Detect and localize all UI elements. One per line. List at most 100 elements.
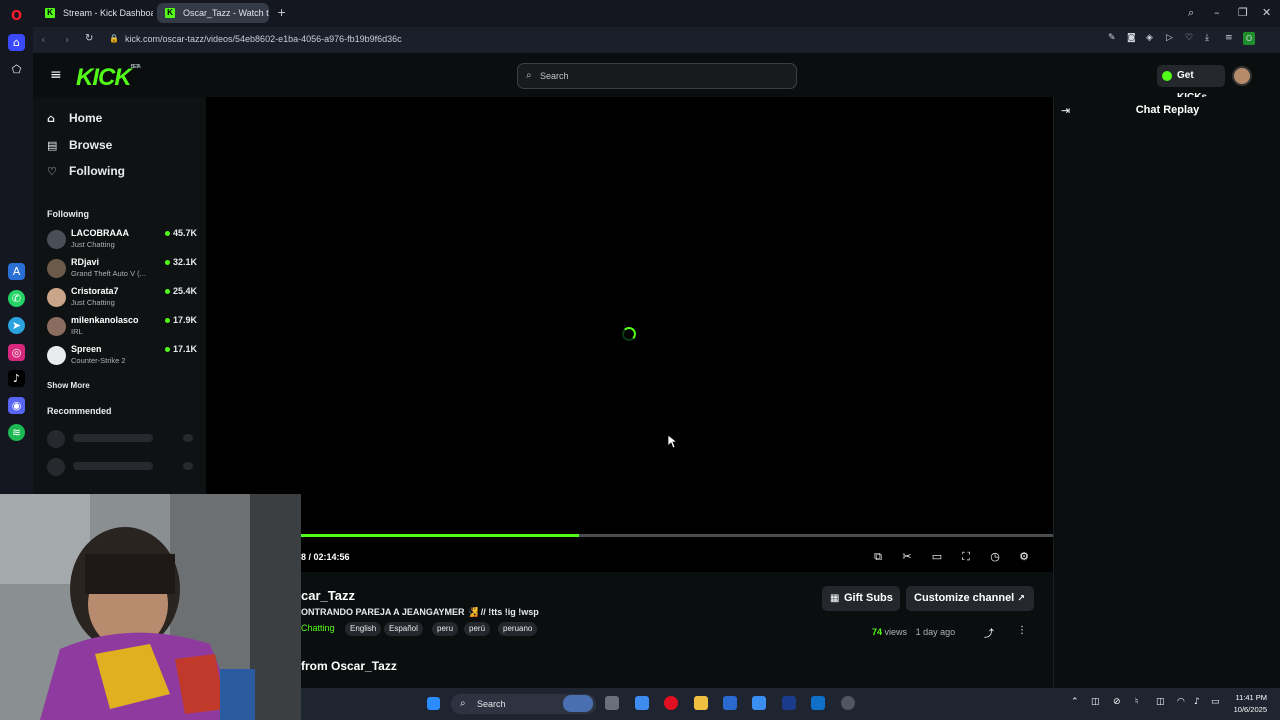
tray-chevron-icon[interactable]: ⌃ [1071,697,1079,707]
vpn-icon[interactable]: ◈ [1146,33,1153,43]
theater-mode-icon[interactable]: ▭ [930,550,944,564]
kick-logo[interactable]: KICKBETA [76,64,141,92]
vscode-icon[interactable] [782,696,796,710]
miniplayer-icon[interactable]: ⧉ [871,550,885,564]
windows-start-icon[interactable] [427,697,440,710]
tag-peru-accent[interactable]: perú [464,622,491,636]
download-icon[interactable]: ⤓ [1205,33,1209,43]
search-input[interactable]: ⌕ Search [517,63,797,89]
progress-bar[interactable] [301,534,1053,537]
views-label: views [884,627,908,637]
category-link[interactable]: Chatting [301,623,335,633]
task-view-icon[interactable] [605,696,619,710]
store-icon[interactable] [723,696,737,710]
viewer-count: 25.4K [165,286,197,296]
microphone-icon[interactable]: ♮ [1135,697,1138,707]
skeleton-avatar [47,430,65,448]
tray-app-icon[interactable]: ◫ [1156,697,1165,707]
heart-icon[interactable]: ♡ [1185,33,1193,43]
file-explorer-icon[interactable] [694,696,708,710]
tiktok-icon[interactable]: ♪ [8,370,25,387]
webcam-overlay [0,494,301,720]
play-icon[interactable]: ▷ [1166,33,1173,43]
copilot-icon[interactable] [635,696,649,710]
opera-taskbar-icon[interactable] [664,696,678,710]
avatar[interactable] [1232,66,1252,86]
camera-icon[interactable]: ◙ [1127,33,1136,43]
tab-oscar-tazz[interactable]: K Oscar_Tazz - Watch the V [157,3,269,23]
site-header: ≡ KICKBETA ⌕ Search Get KICKs [33,53,1280,103]
search-icon: ⌕ [460,698,466,709]
get-kicks-button[interactable]: Get KICKs [1157,65,1225,103]
new-tab-icon[interactable]: + [277,6,286,19]
channel-category: Counter-Strike 2 [71,356,126,365]
obs-icon[interactable] [841,696,855,710]
wifi-icon[interactable]: ◠ [1177,697,1185,707]
following-section-title: Following [47,209,89,219]
nav-label: Home [69,111,103,125]
menu-icon[interactable]: ≡ [1225,33,1233,43]
search-highlight-icon[interactable] [563,695,593,712]
tray-app-icon[interactable]: ◫ [1091,697,1100,707]
telegram-icon[interactable]: ➤ [8,317,25,334]
home-icon[interactable]: ⌂ [8,34,25,51]
gift-subs-button[interactable]: ▦ Gift Subs [822,586,900,611]
sidebar-item-browse[interactable]: ▤ Browse [47,138,112,152]
customize-channel-button[interactable]: Customize channel ↗ [906,586,1034,611]
sidebar-item-home[interactable]: ⌂ Home [47,111,102,125]
kick-favicon-icon: K [165,8,175,18]
external-link-icon: ↗ [1017,594,1025,604]
nav-label: Browse [69,138,113,152]
views-count: 74 [872,627,883,637]
show-more-link[interactable]: Show More [47,381,90,390]
minimize-icon[interactable]: – [1214,6,1220,19]
avatar [47,288,66,307]
forward-icon[interactable]: › [65,33,69,46]
pin-icon[interactable]: ⬠ [8,61,25,78]
fullscreen-icon[interactable]: ⛶ [959,550,973,564]
tab-label: Stream - Kick Dashboard [63,8,153,18]
back-icon[interactable]: ‹ [41,33,45,46]
mouse-cursor-icon [668,435,678,449]
whatsapp-icon[interactable]: ✆ [8,290,25,307]
following-channel-milenkanolasco[interactable]: milenkanolasco IRL 17.9K [47,315,197,343]
search-tabs-icon[interactable]: ⌕ [1188,6,1194,20]
tray-app-icon[interactable]: ⊘ [1113,697,1121,707]
tag-peru[interactable]: peru [432,622,459,636]
profile-badge-icon[interactable]: O [1243,32,1255,45]
tag-espanol[interactable]: Español [384,622,423,636]
url-field[interactable]: kick.com/oscar-tazz/videos/54eb8602-e1ba… [125,34,402,44]
discord-icon[interactable]: ◉ [8,397,25,414]
clock-time: 11:41 PM [1235,693,1267,702]
reload-icon[interactable]: ↻ [85,33,93,44]
more-options-icon[interactable]: ⋮ [1017,625,1027,636]
following-channel-rdjavi[interactable]: RDjavi Grand Theft Auto V (... 32.1K [47,257,197,285]
battery-icon[interactable]: ▭ [1211,697,1220,707]
spotify-icon[interactable]: ≋ [8,424,25,441]
following-channel-cristorata7[interactable]: Cristorata7 Just Chatting 25.4K [47,286,197,314]
instagram-icon[interactable]: ◎ [8,344,25,361]
volume-icon[interactable]: ♪ [1194,697,1200,707]
system-clock[interactable]: 11:41 PM 10/6/2025 [1234,692,1267,716]
aria-icon[interactable]: A [8,263,25,280]
following-channel-lacobraaa[interactable]: LACOBRAAA Just Chatting 45.7K [47,228,197,256]
outlook-icon[interactable] [811,696,825,710]
clip-icon[interactable]: ✂ [900,550,914,564]
maximize-icon[interactable]: ❐ [1238,6,1248,19]
share-icon[interactable]: ⤴ [984,625,994,640]
tab-kick-dashboard[interactable]: K Stream - Kick Dashboard [37,3,153,23]
settings-icon[interactable]: ⚙ [1017,550,1031,564]
speed-icon[interactable]: ◷ [988,550,1002,564]
hamburger-menu-icon[interactable]: ≡ [50,67,62,83]
sidebar-item-following[interactable]: ♡ Following [47,164,125,178]
opera-logo-icon[interactable]: O [8,8,25,25]
dropbox-icon[interactable] [752,696,766,710]
tag-english[interactable]: English [345,622,382,636]
close-icon[interactable]: ✕ [1262,6,1271,19]
video-player[interactable]: 8 / 02:14:56 ⧉ ✂ ▭ ⛶ ◷ ⚙ [206,97,1053,572]
channel-name[interactable]: car_Tazz [301,588,355,603]
tag-peruano[interactable]: peruano [498,622,538,636]
following-channel-spreen[interactable]: Spreen Counter-Strike 2 17.1K [47,344,197,372]
edit-icon[interactable]: ✎ [1108,33,1116,43]
skeleton-dot [183,434,193,442]
